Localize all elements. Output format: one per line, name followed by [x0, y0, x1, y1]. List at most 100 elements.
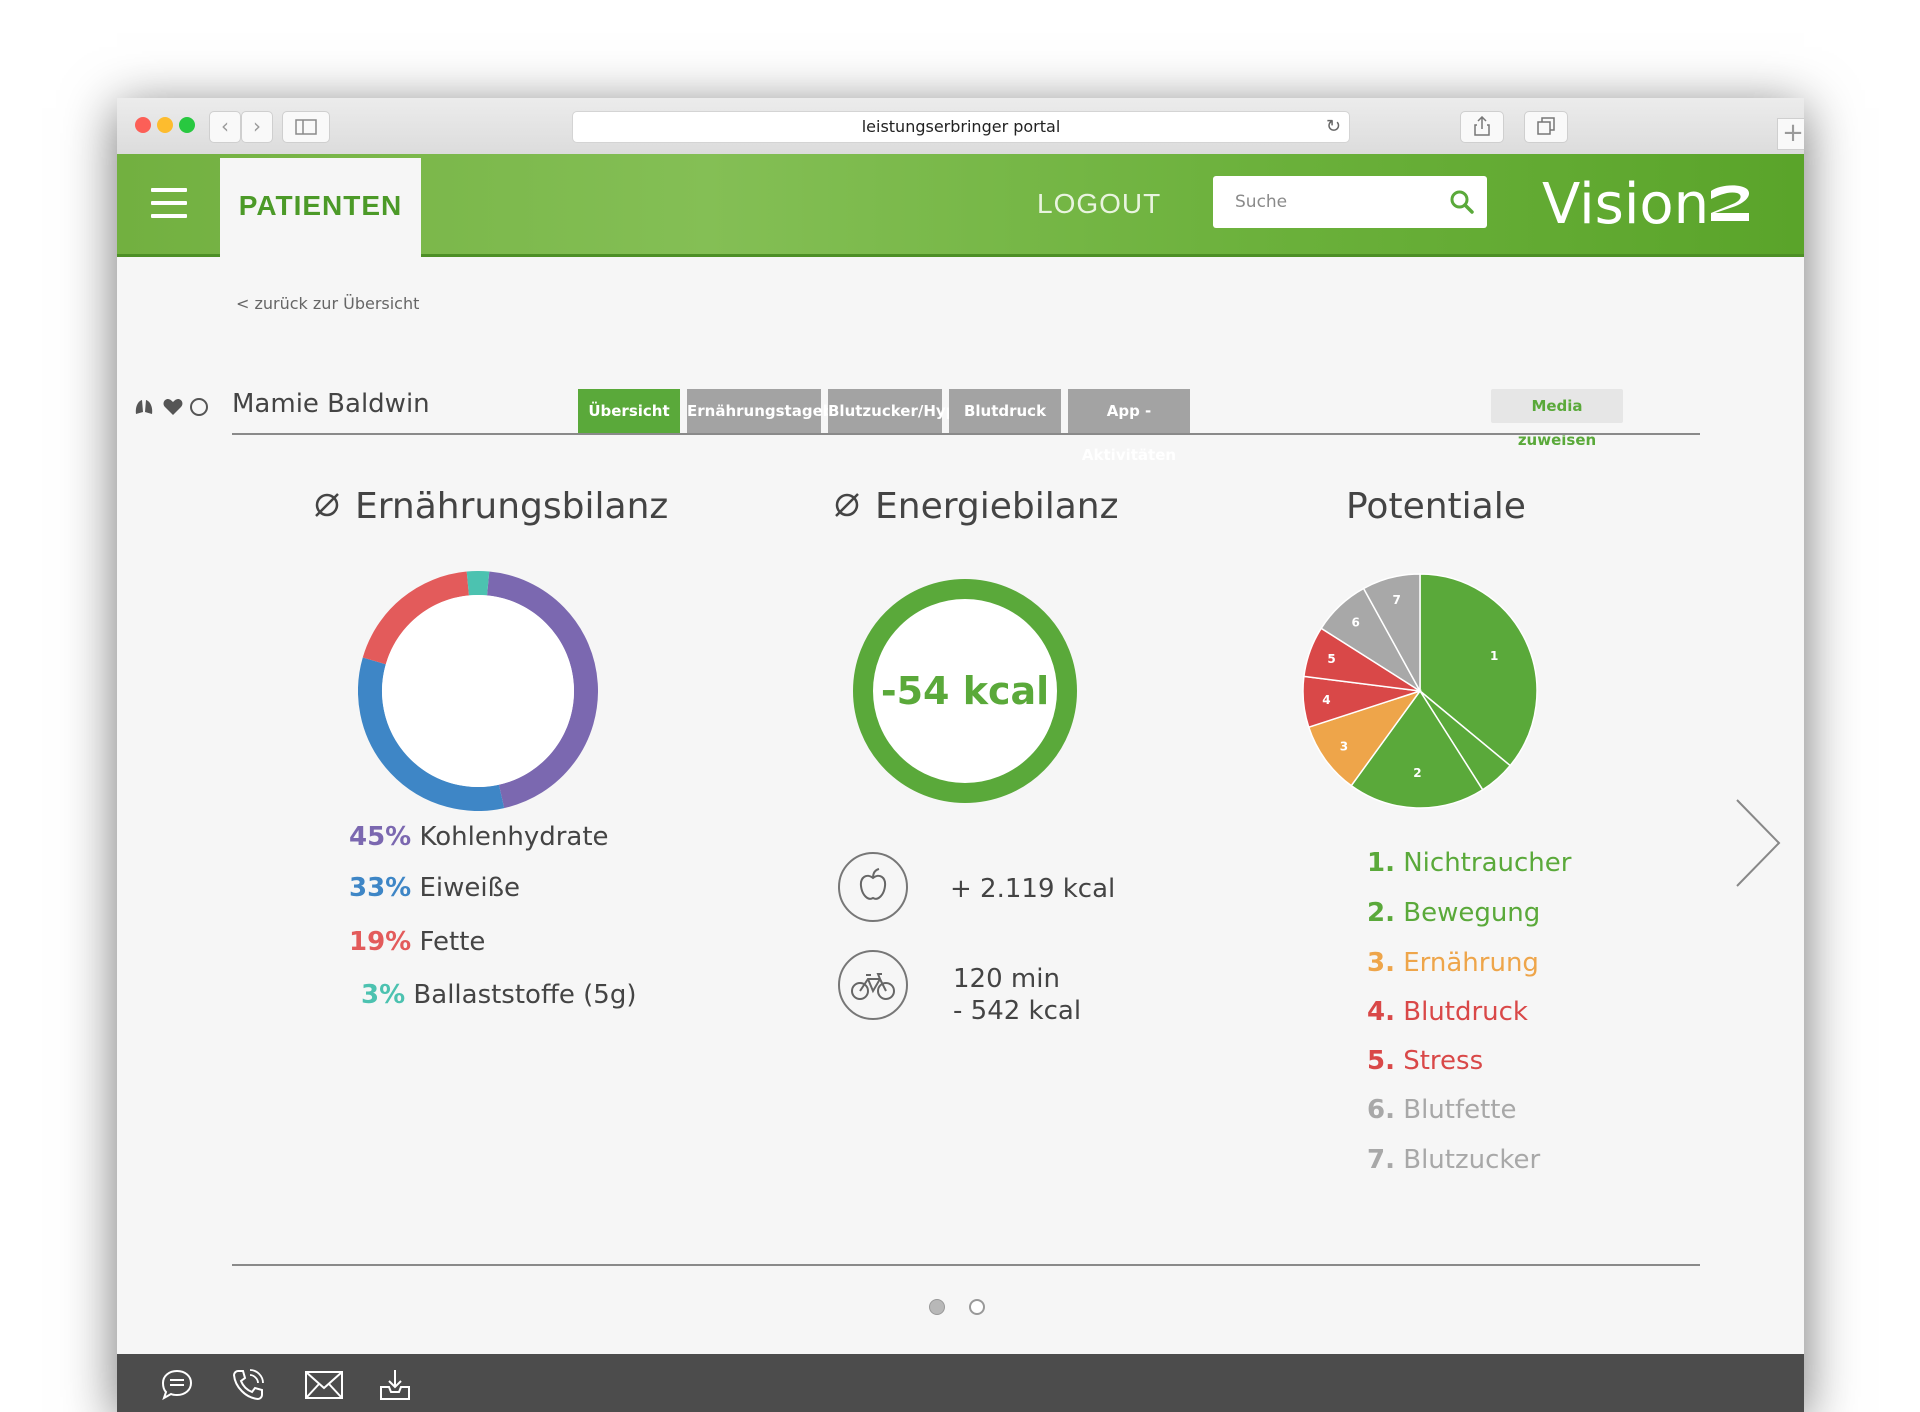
- search-icon[interactable]: [1449, 189, 1475, 215]
- potential-label: Nichtraucher: [1403, 848, 1572, 878]
- phone-icon[interactable]: [230, 1367, 266, 1403]
- pie-label-1: 1: [1490, 649, 1498, 663]
- energie-intake: + 2.119 kcal: [950, 874, 1116, 904]
- potential-label: Ernährung: [1403, 948, 1539, 978]
- footer-divider: [232, 1264, 1700, 1266]
- potential-number: 4.: [1367, 997, 1395, 1027]
- pagination-dot-1[interactable]: [929, 1299, 945, 1315]
- pie-label-4: 4: [1322, 693, 1330, 707]
- tab-blutdruck[interactable]: Blutdruck: [949, 389, 1061, 433]
- header-divider: [232, 433, 1700, 435]
- nav-tab-patienten[interactable]: PATIENTEN: [220, 158, 421, 257]
- pie-label-2: 2: [1413, 766, 1421, 780]
- next-slide-arrow-icon[interactable]: [1727, 798, 1787, 888]
- macro-label: Fette: [419, 927, 486, 957]
- address-text: leistungserbringer portal: [861, 117, 1061, 136]
- zoom-window-button[interactable]: [179, 117, 195, 133]
- tab-uebersicht[interactable]: Übersicht: [578, 389, 680, 433]
- pie-label-7: 7: [1392, 593, 1400, 607]
- macro-row-kohlenhydrate: 45% Kohlenhydrate: [349, 822, 609, 852]
- logo-mark: [1711, 185, 1750, 221]
- app-header: PATIENTEN LOGOUT Vision: [117, 154, 1804, 257]
- minimize-window-button[interactable]: [157, 117, 173, 133]
- download-inbox-icon[interactable]: [377, 1367, 413, 1403]
- tab-ernaehrungstagebuch[interactable]: Ernährungstagebuch: [687, 389, 864, 433]
- energie-activity-time: 120 min: [953, 964, 1060, 994]
- tab-blutzucker-hypo[interactable]: Blutzucker/Hypo: [828, 389, 967, 433]
- share-icon: [1474, 115, 1490, 136]
- average-icon: [835, 493, 859, 517]
- potential-item-1: 1. Nichtraucher: [1367, 848, 1571, 878]
- energie-balance-value: -54 kcal: [881, 669, 1049, 713]
- tabs-overview-button[interactable]: [1524, 111, 1568, 143]
- menu-icon[interactable]: [151, 188, 187, 218]
- new-tab-button[interactable]: +: [1777, 118, 1804, 150]
- address-bar[interactable]: leistungserbringer portal ↻: [572, 111, 1350, 143]
- logout-button[interactable]: LOGOUT: [1037, 188, 1161, 220]
- back-to-overview-link[interactable]: < zurück zur Übersicht: [236, 294, 419, 313]
- brand-logo: Vision: [1542, 172, 1753, 237]
- search-input[interactable]: [1213, 176, 1487, 228]
- potential-item-4: 4. Blutdruck: [1367, 997, 1528, 1027]
- energie-activity: 120 min - 542 kcal: [953, 963, 1081, 1027]
- macro-label: Kohlenhydrate: [419, 822, 609, 852]
- patient-status-icons: [135, 398, 208, 416]
- pie-label-3: 3: [1340, 739, 1348, 753]
- tabs-icon: [1537, 117, 1555, 135]
- potential-number: 6.: [1367, 1095, 1395, 1125]
- potential-number: 2.: [1367, 898, 1395, 928]
- potentiale-title: Potentiale: [1346, 486, 1526, 527]
- heart-icon: [163, 399, 183, 415]
- potential-item-7: 7. Blutzucker: [1367, 1145, 1540, 1175]
- bicycle-icon: [838, 950, 908, 1020]
- macro-label: Eiweiße: [419, 873, 521, 903]
- sidebar-icon: [295, 119, 317, 135]
- media-assign-button[interactable]: Media zuweisen: [1491, 389, 1623, 449]
- status-circle-icon: [190, 398, 208, 416]
- macro-pct: 19%: [349, 927, 412, 957]
- potential-label: Blutzucker: [1403, 1145, 1541, 1175]
- back-nav-button[interactable]: ‹: [209, 111, 241, 143]
- potential-label: Bewegung: [1403, 898, 1541, 928]
- mail-icon[interactable]: [304, 1367, 344, 1403]
- share-button[interactable]: [1460, 111, 1504, 143]
- pie-label-5: 5: [1327, 652, 1335, 666]
- macro-pct: 45%: [349, 822, 412, 852]
- sidebar-toggle-button[interactable]: [282, 111, 330, 143]
- potential-number: 5.: [1367, 1046, 1395, 1076]
- macro-row-ballaststoffe: 3% Ballaststoffe (5g): [361, 980, 636, 1010]
- macro-pct: 33%: [349, 873, 412, 903]
- potential-item-5: 5. Stress: [1367, 1046, 1483, 1076]
- forward-nav-button[interactable]: ›: [241, 111, 273, 143]
- reload-icon[interactable]: ↻: [1326, 112, 1341, 142]
- potential-label: Blutfette: [1403, 1095, 1517, 1125]
- lungs-icon: [135, 400, 153, 414]
- close-window-button[interactable]: [135, 117, 151, 133]
- potential-number: 3.: [1367, 948, 1395, 978]
- footer-toolbar: [117, 1354, 1804, 1412]
- potential-label: Stress: [1403, 1046, 1484, 1076]
- potential-label: Blutdruck: [1403, 997, 1528, 1027]
- potentiale-pie-chart: 1 2 3 4 5 6 7: [1302, 573, 1538, 809]
- logo-text: Vision: [1542, 172, 1710, 237]
- potential-number: 7.: [1367, 1145, 1395, 1175]
- browser-window: ‹ › leistungserbringer portal ↻ + PATIEN…: [117, 98, 1804, 1412]
- ernaehrung-donut-chart: [358, 571, 598, 811]
- potential-number: 1.: [1367, 848, 1395, 878]
- average-icon: [315, 493, 339, 517]
- donut-hole: [382, 595, 574, 787]
- energie-ring: -54 kcal: [853, 579, 1077, 803]
- ernaehrung-title: Ernährungsbilanz: [313, 486, 668, 527]
- pagination-dot-2[interactable]: [969, 1299, 985, 1315]
- apple-icon: [838, 852, 908, 922]
- macro-row-eiweisse: 33% Eiweiße: [349, 873, 520, 903]
- chat-icon[interactable]: [159, 1367, 195, 1403]
- browser-toolbar: ‹ › leistungserbringer portal ↻ +: [117, 98, 1804, 155]
- tab-app-aktivitaeten[interactable]: App - Aktivitäten: [1068, 389, 1190, 464]
- energie-activity-kcal: - 542 kcal: [953, 996, 1082, 1026]
- potential-item-3: 3. Ernährung: [1367, 948, 1539, 978]
- macro-pct: 3%: [361, 980, 406, 1010]
- ernaehrung-title-text: Ernährungsbilanz: [355, 486, 669, 527]
- pie-label-6: 6: [1351, 615, 1359, 629]
- energie-title: Energiebilanz: [833, 486, 1119, 527]
